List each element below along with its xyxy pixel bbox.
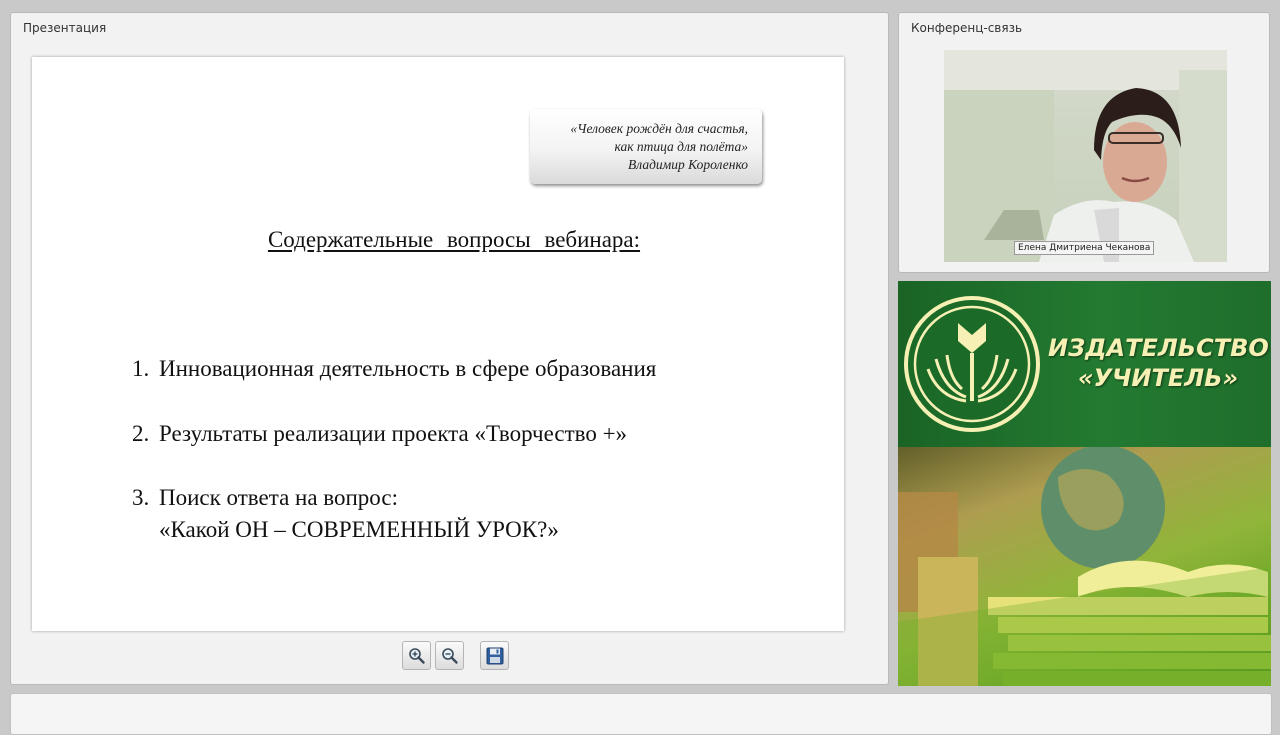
publisher-name-line-2: «УЧИТЕЛЬ» [1077,364,1239,392]
presentation-panel-title: Презентация [23,21,107,35]
books-and-globe-image [898,447,1271,686]
conference-panel-title: Конференц-связь [911,21,1023,35]
quote-author: Владимир Короленко [628,157,748,172]
video-feed: Елена Дмитриена Чеканова [944,50,1227,262]
publisher-banner-top: ИЗДАТЕЛЬСТВО «УЧИТЕЛЬ» [898,281,1271,447]
list-item-text: Инновационная деятельность в сфере образ… [159,356,657,381]
publisher-banner-image [898,447,1271,686]
list-item-number: 2. [132,421,150,446]
quote-line-2: как птица для полёта» [614,139,748,154]
slide-list-item: 2. Результаты реализации проекта «Творчес… [132,418,627,450]
publisher-name-line-1: ИЗДАТЕЛЬСТВО [1048,334,1269,362]
zoom-out-icon [442,648,458,664]
publisher-name: ИЗДАТЕЛЬСТВО «УЧИТЕЛЬ» [1048,333,1269,393]
participant-name-label: Елена Дмитриена Чеканова [1014,241,1155,255]
slide-list-item: 3. Поиск ответа на вопрос: «Какой ОН – СО… [132,482,559,546]
floppy-disk-icon [486,647,504,665]
presentation-slide: «Человек рождён для счастья, как птица д… [32,57,844,631]
participant-video-image [944,50,1227,262]
zoom-out-button[interactable] [435,641,464,670]
save-button[interactable] [480,641,509,670]
slide-heading-text: Содержательные вопросы вебинара: [267,227,641,252]
list-item-text: Результаты реализации проекта «Творчеств… [159,421,628,446]
slide-list-item: 1. Инновационная деятельность в сфере обр… [132,353,656,385]
publisher-banner: ИЗДАТЕЛЬСТВО «УЧИТЕЛЬ» [898,281,1271,686]
bottom-panel [10,693,1272,735]
zoom-in-button[interactable] [402,641,431,670]
uchitel-logo-icon [904,296,1040,432]
presentation-panel: Презентация «Человек рождён для счастья,… [10,12,889,685]
list-item-text: Поиск ответа на вопрос: [159,485,398,510]
list-item-number: 3. [132,485,150,510]
quote-line-1: «Человек рождён для счастья, [570,121,748,136]
list-item-number: 1. [132,356,150,381]
conference-panel: Конференц-связь Елена Дмитриена Чеканова [898,12,1270,273]
slide-heading: Содержательные вопросы вебинара: [32,227,876,253]
slide-quote: «Человек рождён для счастья, как птица д… [530,109,762,184]
zoom-in-icon [409,648,425,664]
list-item-text-continued: «Какой ОН – СОВРЕМЕННЫЙ УРОК?» [159,517,559,542]
